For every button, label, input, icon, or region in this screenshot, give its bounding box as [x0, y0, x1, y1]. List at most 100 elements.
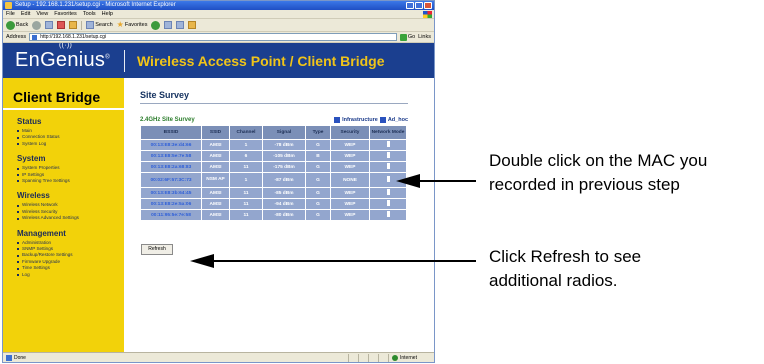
maximize-button[interactable]	[415, 2, 423, 9]
menu-tools[interactable]: Tools	[83, 10, 96, 18]
security-cell: WEP	[331, 140, 369, 150]
menu-view[interactable]: View	[36, 10, 48, 18]
ssid-cell: AMSI	[202, 199, 229, 209]
forward-button[interactable]	[32, 20, 42, 30]
sidebar-item-system-log[interactable]: System Log	[17, 141, 124, 147]
table-row: 00:13:E8:2e:5a:06 AMSI 11 -94 dBm G WEP	[141, 199, 406, 209]
table-row: 00:13:E8:2a:68:83 AMSI 11 -175 dBm G WEP	[141, 162, 406, 172]
column-header-ssid: SSID	[202, 126, 229, 139]
signal-cell: -87 dBm	[263, 173, 305, 187]
back-label: Back	[16, 22, 29, 28]
print-icon[interactable]	[176, 21, 185, 29]
bssid-link[interactable]: 00:11:95:5e:7e:58	[141, 210, 201, 220]
column-header-channel: Channel	[230, 126, 262, 139]
stop-icon[interactable]	[45, 21, 54, 29]
wifi-signal-icon: ((·))	[59, 43, 73, 49]
network-mode-cell	[370, 210, 406, 220]
table-row: 00:02:6F:57:3C:73 NSM AP 1 -87 dBm G NON…	[141, 173, 406, 187]
table-row: 00:13:E8:5e:7e:58 AMSI 6 -105 dBm B WEP	[141, 151, 406, 161]
signal-cell: -175 dBm	[263, 162, 305, 172]
engenius-logo: EnGenius® ((·))	[15, 43, 110, 72]
page-status-icon	[6, 354, 12, 361]
go-button[interactable]: Go	[399, 33, 416, 41]
network-mode-legend: Infrastructure Ad_hoc	[334, 117, 408, 123]
address-bar: Address http://192.168.1.231/setup.cgi G…	[3, 32, 434, 43]
bssid-link[interactable]: 00:02:6F:57:3C:73	[141, 173, 201, 187]
security-cell: WEP	[331, 188, 369, 198]
column-header-network-mode: Network Mode	[370, 126, 406, 139]
sidebar-group-title: System	[17, 154, 46, 164]
ie-icon	[5, 2, 12, 9]
search-button[interactable]: Search	[86, 21, 113, 29]
ssid-cell: NSM AP	[202, 173, 229, 187]
sidebar-item-spanning-tree[interactable]: Spanning Tree Settings	[17, 178, 124, 184]
links-label[interactable]: Links	[418, 34, 431, 40]
channel-cell: 11	[230, 188, 262, 198]
folder-icon[interactable]	[188, 21, 197, 29]
menu-file[interactable]: File	[6, 10, 15, 18]
refresh-page-icon[interactable]	[57, 21, 66, 29]
site-survey-table: BSSID SSID Channel Signal Type Security …	[140, 125, 407, 221]
header-title: Wireless Access Point / Client Bridge	[136, 52, 385, 69]
minimize-button[interactable]	[406, 2, 414, 9]
close-button[interactable]	[424, 2, 432, 9]
brand-name: EnGenius	[15, 49, 106, 71]
security-zone: Internet	[388, 353, 434, 362]
sidebar-item-log[interactable]: Log	[17, 272, 124, 278]
browser-window: Setup - 192.168.1.231/setup.cgi - Micros…	[2, 0, 435, 363]
adhoc-icon	[379, 117, 386, 123]
zone-label: Internet	[400, 354, 417, 361]
network-mode-cell	[370, 188, 406, 198]
internet-zone-icon	[392, 354, 398, 361]
web-page: EnGenius® ((·)) Wireless Access Point / …	[3, 43, 434, 354]
column-header-security: Security	[331, 126, 369, 139]
security-cell: WEP	[331, 199, 369, 209]
column-header-signal: Signal	[263, 126, 305, 139]
bssid-link[interactable]: 00:13:E8:3e:d4:66	[141, 140, 201, 150]
network-mode-cell	[370, 151, 406, 161]
main-panel: Site Survey 2.4GHz Site Survey Infrastru…	[124, 78, 434, 354]
signal-cell: -80 dBm	[263, 210, 305, 220]
infrastructure-mode-icon	[386, 176, 390, 182]
security-cell: WEP	[331, 210, 369, 220]
refresh-button[interactable]: Refresh	[141, 244, 173, 255]
column-header-bssid: BSSID	[141, 126, 201, 139]
table-row: 00:11:95:5e:7e:58 AMSI 11 -80 dBm G WEP	[141, 210, 406, 220]
menu-edit[interactable]: Edit	[21, 10, 30, 18]
status-cell	[358, 353, 368, 362]
back-button[interactable]: Back	[6, 20, 29, 30]
menu-help[interactable]: Help	[102, 10, 113, 18]
type-cell: G	[306, 140, 330, 150]
survey-header: 2.4GHz Site Survey Infrastructure Ad_hoc	[140, 117, 408, 123]
annotation-mac-line2: recorded in previous step	[489, 175, 680, 194]
type-cell: B	[306, 151, 330, 161]
bssid-link[interactable]: 00:13:E8:5e:7e:58	[141, 151, 201, 161]
sidebar-heading: Client Bridge	[3, 80, 124, 110]
table-row: 00:13:E8:3e:d4:66 AMSI 1 -78 dBm G WEP	[141, 140, 406, 150]
home-icon[interactable]	[69, 21, 78, 29]
infrastructure-mode-icon	[386, 152, 390, 158]
address-input[interactable]: http://192.168.1.231/setup.cgi	[29, 33, 397, 41]
type-cell: G	[306, 162, 330, 172]
bssid-link[interactable]: 00:13:E8:2a:68:83	[141, 162, 201, 172]
favorites-button[interactable]: ★ Favorites	[117, 21, 148, 29]
sidebar-group-system: System System Properties IP Settings Spa…	[3, 154, 124, 184]
security-cell: NONE	[331, 173, 369, 187]
go-label: Go	[407, 34, 416, 40]
media-icon[interactable]	[151, 20, 161, 30]
bssid-link[interactable]: 00:13:E8:2e:5a:06	[141, 199, 201, 209]
infrastructure-mode-icon	[386, 141, 390, 147]
window-title: Setup - 192.168.1.231/setup.cgi - Micros…	[15, 2, 176, 8]
title-divider	[140, 103, 408, 104]
sidebar-group-title: Management	[17, 228, 66, 238]
mail-icon[interactable]	[164, 21, 173, 29]
sidebar-group-title: Wireless	[17, 191, 50, 201]
channel-cell: 6	[230, 151, 262, 161]
type-cell: G	[306, 188, 330, 198]
infrastructure-mode-icon	[386, 163, 390, 169]
bssid-link[interactable]: 00:13:E8:3b:64:45	[141, 188, 201, 198]
browser-toolbar: Back Search ★ Favorites	[3, 19, 434, 32]
sidebar-item-wireless-advanced[interactable]: Wireless Advanced Settings	[17, 215, 124, 221]
menu-favorites[interactable]: Favorites	[54, 10, 77, 18]
signal-cell: -105 dBm	[263, 151, 305, 161]
